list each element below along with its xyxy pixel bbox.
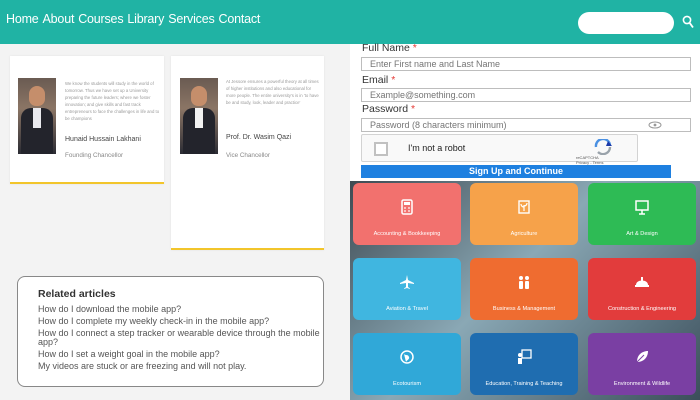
full-name-label: Full Name * [362, 42, 417, 54]
category-label: Construction & Engineering [607, 306, 677, 312]
top-nav: Home About Courses Library Services Cont… [0, 0, 700, 44]
article-link[interactable]: My videos are stuck or are freezing and … [38, 361, 323, 372]
eye-icon[interactable] [648, 121, 662, 129]
plant-icon [518, 200, 530, 214]
recaptcha-logo-icon [594, 139, 612, 155]
nav-contact[interactable]: Contact [219, 12, 261, 26]
captcha-brand: reCAPTCHA Privacy - Terms [576, 155, 604, 165]
nav-links: Home About Courses Library Services Cont… [6, 12, 260, 26]
leader-title: Founding Chancellor [65, 152, 124, 159]
categories-section: Accounting & Bookkeeping Agriculture Art &… [350, 181, 700, 400]
nav-services[interactable]: Services [168, 12, 215, 26]
category-label: Ecotourism [393, 381, 421, 387]
category-tile[interactable]: Education, Training & Teaching [470, 333, 578, 395]
avatar [180, 78, 218, 154]
captcha-label: I'm not a robot [408, 143, 466, 153]
leader-card: We know the students will study in the w… [10, 56, 164, 184]
category-label: Agriculture [510, 231, 538, 237]
leader-bio: We know the students will study in the w… [65, 81, 160, 121]
people-icon [519, 276, 529, 289]
related-articles-panel: Related articles How do I download the m… [17, 276, 324, 387]
nav-library[interactable]: Library [127, 12, 164, 26]
easel-icon [635, 200, 649, 215]
category-tile[interactable]: Aviation & Travel [353, 258, 461, 320]
password-field[interactable] [361, 118, 691, 132]
category-label: Art & Design [626, 231, 658, 237]
page: Home About Courses Library Services Cont… [0, 0, 700, 400]
signup-button[interactable]: Sign Up and Continue [361, 165, 671, 178]
article-link[interactable]: How do I connect a step tracker or weara… [38, 328, 323, 349]
captcha-widget: I'm not a robot reCAPTCHA Privacy - Term… [361, 134, 638, 165]
search-icon[interactable] [682, 15, 694, 29]
article-link[interactable]: How do I complete my weekly check-in in … [38, 316, 323, 327]
category-tile[interactable]: Agriculture [470, 183, 578, 245]
airplane-icon [400, 275, 414, 289]
category-tile[interactable]: Construction & Engineering [588, 258, 696, 320]
password-label: Password * [362, 103, 416, 115]
captcha-checkbox[interactable] [374, 142, 388, 156]
helmet-icon [635, 277, 649, 287]
category-tile[interactable]: Art & Design [588, 183, 696, 245]
category-label: Business & Management [492, 306, 556, 312]
leader-bio: At Jessore ensures a powerful theory at … [226, 79, 319, 105]
category-label: Accounting & Bookkeeping [373, 231, 441, 237]
leader-name: Hunaid Hussain Lakhani [65, 136, 141, 143]
email-field[interactable] [361, 88, 691, 102]
category-label: Education, Training & Teaching [485, 381, 563, 387]
category-tile[interactable]: Environment & Wildlife [588, 333, 696, 395]
nav-courses[interactable]: Courses [78, 12, 123, 26]
category-label: Aviation & Travel [386, 306, 428, 312]
category-tile[interactable]: Accounting & Bookkeeping [353, 183, 461, 245]
article-link[interactable]: How do I download the mobile app? [38, 304, 323, 315]
leader-title: Vice Chancellor [226, 152, 270, 159]
search-input[interactable] [578, 12, 674, 34]
related-articles-heading: Related articles [38, 288, 116, 300]
category-label: Environment & Wildlife [613, 381, 671, 387]
calculator-icon [401, 199, 413, 215]
nav-about[interactable]: About [43, 12, 75, 26]
nav-home[interactable]: Home [6, 12, 39, 26]
leader-name: Prof. Dr. Wasim Qazi [226, 134, 292, 141]
teacher-icon [518, 349, 532, 364]
category-tile[interactable]: Business & Management [470, 258, 578, 320]
category-tile[interactable]: Ecotourism [353, 333, 461, 395]
full-name-field[interactable] [361, 57, 691, 71]
avatar [18, 78, 56, 154]
email-label: Email * [362, 74, 396, 86]
leaf-icon [636, 351, 648, 363]
leader-card: At Jessore ensures a powerful theory at … [171, 56, 324, 250]
globe-icon [400, 350, 414, 364]
article-link[interactable]: How do I set a weight goal in the mobile… [38, 349, 323, 360]
